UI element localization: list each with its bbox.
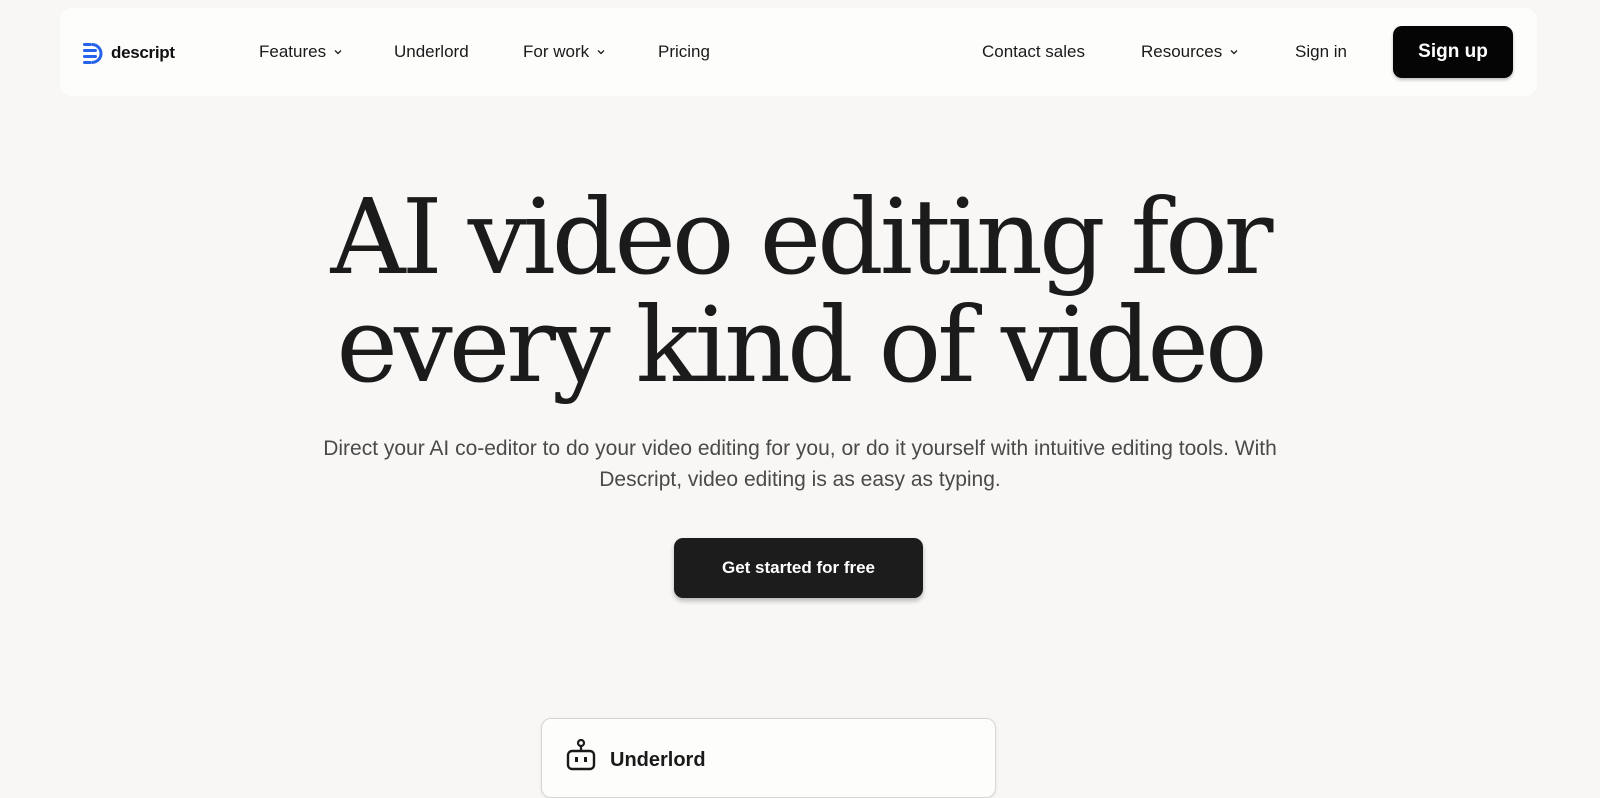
chevron-down-icon bbox=[597, 50, 605, 55]
hero-subtitle: Direct your AI co-editor to do your vide… bbox=[323, 437, 1277, 491]
brand-name: descript bbox=[111, 43, 175, 62]
chevron-down-icon bbox=[334, 50, 342, 55]
descript-logo-icon bbox=[83, 43, 103, 64]
hero-title-line-1: AI video editing for bbox=[330, 176, 1274, 298]
card-title: Underlord bbox=[610, 749, 706, 771]
nav-underlord[interactable]: Underlord bbox=[394, 8, 469, 96]
nav-pricing[interactable]: Pricing bbox=[658, 8, 710, 96]
robot-icon bbox=[566, 739, 596, 771]
nav-contact-sales[interactable]: Contact sales bbox=[982, 8, 1085, 96]
nav-underlord-label: Underlord bbox=[394, 42, 469, 61]
nav-contact-sales-label: Contact sales bbox=[982, 42, 1085, 61]
nav-resources[interactable]: Resources bbox=[1141, 8, 1239, 96]
get-started-button[interactable]: Get started for free bbox=[674, 538, 923, 598]
nav-for-work-label: For work bbox=[523, 42, 590, 61]
brand-logo[interactable]: descript bbox=[83, 42, 175, 64]
underlord-preview-card: Underlord bbox=[541, 718, 996, 798]
nav-pricing-label: Pricing bbox=[658, 42, 710, 61]
nav-for-work[interactable]: For work bbox=[523, 8, 606, 96]
top-navbar: descript Features Underlord For work Pri… bbox=[60, 8, 1537, 96]
hero-title-line-2: every kind of video bbox=[336, 284, 1267, 406]
nav-sign-in-label: Sign in bbox=[1295, 42, 1347, 61]
chevron-down-icon bbox=[1230, 50, 1238, 55]
nav-features[interactable]: Features bbox=[259, 8, 343, 96]
hero-title: AI video editing for every kind of video bbox=[0, 183, 1600, 399]
nav-features-label: Features bbox=[259, 42, 327, 61]
nav-resources-label: Resources bbox=[1141, 42, 1223, 61]
sign-up-button[interactable]: Sign up bbox=[1393, 26, 1513, 78]
nav-sign-in[interactable]: Sign in bbox=[1295, 8, 1347, 96]
